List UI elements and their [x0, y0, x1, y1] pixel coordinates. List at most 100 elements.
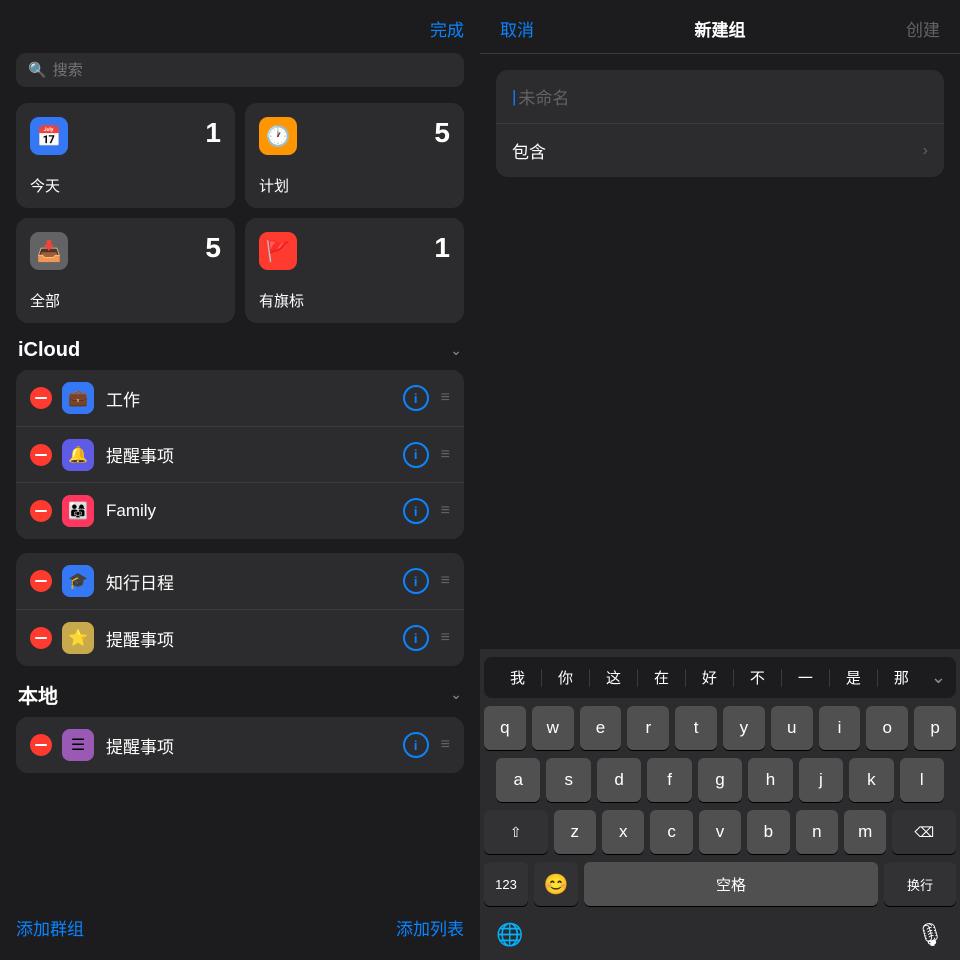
key-k[interactable]: k [849, 758, 893, 802]
search-bar[interactable]: 🔍 [16, 53, 464, 87]
key-g[interactable]: g [698, 758, 742, 802]
local-chevron-icon[interactable]: ⌄ [450, 686, 462, 703]
schedule-name: 知行日程 [106, 569, 403, 594]
local-list-group: ☰ 提醒事项 i ≡ [16, 717, 464, 773]
key-o[interactable]: o [866, 706, 908, 750]
add-list-button[interactable]: 添加列表 [396, 915, 464, 940]
key-c[interactable]: c [650, 810, 692, 854]
top-bar-left: 完成 [16, 16, 464, 41]
key-row-3: ⇧ z x c v b n m ⌫ [484, 810, 956, 854]
info-local-reminders-button[interactable]: i [403, 732, 429, 758]
return-key[interactable]: 换行 [884, 862, 956, 906]
card-plan[interactable]: 🕐 5 计划 [245, 103, 464, 208]
contains-field[interactable]: 包含 › [496, 124, 944, 177]
key-t[interactable]: t [675, 706, 717, 750]
done-button[interactable]: 完成 [430, 16, 464, 41]
shift-key[interactable]: ⇧ [484, 810, 548, 854]
list-item-family[interactable]: 👨‍👩‍👧 Family i ≡ [16, 483, 464, 539]
expand-suggestions-icon[interactable]: ⌄ [925, 667, 946, 688]
key-a[interactable]: a [496, 758, 540, 802]
list-item-reminders-icloud[interactable]: 🔔 提醒事项 i ≡ [16, 427, 464, 483]
flagged-label: 有旗标 [259, 290, 450, 311]
globe-icon[interactable]: 🌐 [496, 922, 523, 948]
key-f[interactable]: f [647, 758, 691, 802]
key-u[interactable]: u [771, 706, 813, 750]
icloud-chevron-icon[interactable]: ⌄ [450, 342, 462, 359]
key-s[interactable]: s [546, 758, 590, 802]
key-v[interactable]: v [699, 810, 741, 854]
space-key[interactable]: 空格 [584, 862, 878, 906]
key-l[interactable]: l [900, 758, 944, 802]
quick-word-4[interactable]: 好 [686, 665, 733, 690]
quick-word-3[interactable]: 在 [638, 665, 685, 690]
today-count: 1 [205, 117, 221, 149]
key-d[interactable]: d [597, 758, 641, 802]
minus-reminders-button[interactable] [30, 444, 52, 466]
drag-reminders2-handle[interactable]: ≡ [441, 630, 450, 646]
quick-word-7[interactable]: 是 [830, 665, 877, 690]
quick-word-2[interactable]: 这 [590, 665, 637, 690]
key-h[interactable]: h [748, 758, 792, 802]
key-w[interactable]: w [532, 706, 574, 750]
minus-local-reminders-button[interactable] [30, 734, 52, 756]
card-all[interactable]: 📥 5 全部 [16, 218, 235, 323]
list-item-schedule[interactable]: 🎓 知行日程 i ≡ [16, 553, 464, 610]
minus-family-button[interactable] [30, 500, 52, 522]
quick-word-6[interactable]: 一 [782, 665, 829, 690]
card-today[interactable]: 📅 1 今天 [16, 103, 235, 208]
text-cursor-icon: | [512, 87, 516, 107]
drag-schedule-handle[interactable]: ≡ [441, 573, 450, 589]
create-button[interactable]: 创建 [906, 16, 940, 41]
drag-local-reminders-handle[interactable]: ≡ [441, 737, 450, 753]
list-item-local-reminders[interactable]: ☰ 提醒事项 i ≡ [16, 717, 464, 773]
list-item-reminders2[interactable]: ⭐ 提醒事项 i ≡ [16, 610, 464, 666]
quick-word-5[interactable]: 不 [734, 665, 781, 690]
info-schedule-button[interactable]: i [403, 568, 429, 594]
emoji-key[interactable]: 😊 [534, 862, 578, 906]
key-z[interactable]: z [554, 810, 596, 854]
drag-family-handle[interactable]: ≡ [441, 503, 450, 519]
minus-work-button[interactable] [30, 387, 52, 409]
quick-word-0[interactable]: 我 [494, 665, 541, 690]
contains-chevron-icon: › [923, 142, 928, 160]
key-i[interactable]: i [819, 706, 861, 750]
search-input[interactable] [53, 62, 452, 79]
flagged-count: 1 [434, 232, 450, 264]
key-m[interactable]: m [844, 810, 886, 854]
quick-word-8[interactable]: 那 [878, 665, 925, 690]
key-e[interactable]: e [580, 706, 622, 750]
all-label: 全部 [30, 290, 221, 311]
info-reminders2-button[interactable]: i [403, 625, 429, 651]
drag-reminders-handle[interactable]: ≡ [441, 447, 450, 463]
card-flagged[interactable]: 🚩 1 有旗标 [245, 218, 464, 323]
flagged-icon: 🚩 [259, 232, 297, 270]
add-group-button[interactable]: 添加群组 [16, 915, 84, 940]
local-title: 本地 [18, 680, 58, 709]
list-item-work[interactable]: 💼 工作 i ≡ [16, 370, 464, 427]
info-work-button[interactable]: i [403, 385, 429, 411]
key-j[interactable]: j [799, 758, 843, 802]
key-b[interactable]: b [747, 810, 789, 854]
num-key[interactable]: 123 [484, 862, 528, 906]
name-field[interactable]: | 未命名 [496, 70, 944, 124]
reminders-icon: 🔔 [62, 439, 94, 471]
key-n[interactable]: n [796, 810, 838, 854]
drag-work-handle[interactable]: ≡ [441, 390, 450, 406]
key-r[interactable]: r [627, 706, 669, 750]
quick-word-1[interactable]: 你 [542, 665, 589, 690]
info-family-button[interactable]: i [403, 498, 429, 524]
cancel-button[interactable]: 取消 [500, 16, 534, 41]
minus-reminders2-button[interactable] [30, 627, 52, 649]
search-icon: 🔍 [28, 61, 47, 79]
key-row-1: q w e r t y u i o p [484, 706, 956, 750]
key-q[interactable]: q [484, 706, 526, 750]
minus-schedule-button[interactable] [30, 570, 52, 592]
key-p[interactable]: p [914, 706, 956, 750]
mic-icon[interactable]: 🎙 [916, 922, 944, 948]
key-y[interactable]: y [723, 706, 765, 750]
quick-words-bar: 我 你 这 在 好 不 一 是 那 ⌄ [484, 657, 956, 698]
info-reminders-button[interactable]: i [403, 442, 429, 468]
key-x[interactable]: x [602, 810, 644, 854]
delete-key[interactable]: ⌫ [892, 810, 956, 854]
form-section: | 未命名 包含 › [496, 70, 944, 177]
